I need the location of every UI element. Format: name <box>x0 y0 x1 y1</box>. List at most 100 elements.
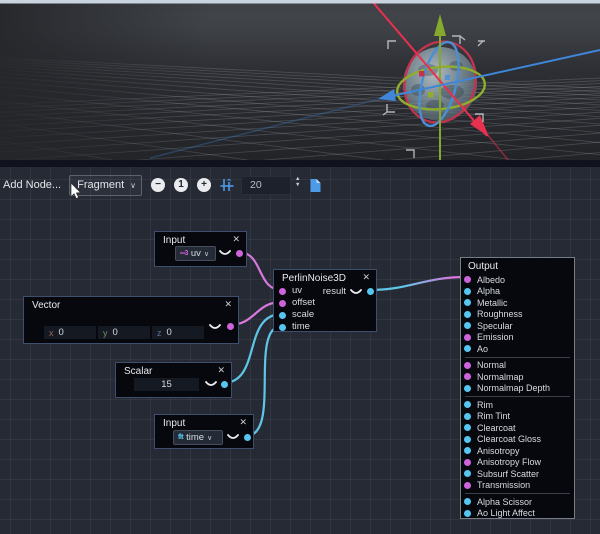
port-anisotropy-flow[interactable] <box>464 459 471 466</box>
output-port-result[interactable] <box>367 288 374 295</box>
port-specular[interactable] <box>464 322 471 329</box>
port-label: Alpha Scissor <box>477 497 532 507</box>
port-label: Ao <box>477 344 488 354</box>
port-ao[interactable] <box>464 345 471 352</box>
output-port-uv[interactable] <box>236 250 243 257</box>
vector-y-input[interactable]: y0 <box>98 326 150 339</box>
scalar-value-input[interactable]: 15 <box>134 378 199 391</box>
preview-chevron-icon[interactable] <box>205 381 217 388</box>
panel-separator <box>0 160 600 167</box>
output-port-vector[interactable] <box>227 323 234 330</box>
port-label: Albedo <box>477 275 505 285</box>
input-port-scale[interactable] <box>279 312 286 319</box>
port-anisotropy[interactable] <box>464 447 471 454</box>
node-output[interactable]: Output AlbedoAlphaMetallicRoughnessSpecu… <box>460 257 575 519</box>
axis-value: 0 <box>113 327 118 338</box>
output-port-row: Rim <box>461 399 574 411</box>
port-rim[interactable] <box>464 401 471 408</box>
port-label: Metallic <box>477 298 508 308</box>
port-label: Subsurf Scatter <box>477 469 539 479</box>
output-port-row: Clearcoat <box>461 422 574 434</box>
close-icon[interactable]: ✕ <box>224 299 232 310</box>
zoom-in-button[interactable]: + <box>197 178 211 192</box>
input-port-offset[interactable] <box>279 300 286 307</box>
preview-chevron-icon[interactable] <box>219 250 231 257</box>
port-rim-tint[interactable] <box>464 413 471 420</box>
port-label: uv <box>292 285 302 296</box>
port-label: Emission <box>477 332 514 342</box>
input-type-dropdown[interactable]: flt time ∨ <box>173 430 223 445</box>
port-clearcoat[interactable] <box>464 424 471 431</box>
vector-z-input[interactable]: z0 <box>152 326 204 339</box>
zoom-out-button[interactable]: − <box>151 178 165 192</box>
port-label: Anisotropy Flow <box>477 457 541 467</box>
input-type-dropdown[interactable]: ∞3 uv ∨ <box>175 246 216 261</box>
axis-label: x <box>49 328 54 338</box>
graph-canvas[interactable]: Add Node... Fragment ∨ − 1 + 20 ▲ ▼ <box>0 167 600 534</box>
port-metallic[interactable] <box>464 299 471 306</box>
shader-editor: Add Node... Fragment ∨ − 1 + 20 ▲ ▼ <box>0 0 600 534</box>
wire-result-albedo <box>369 277 466 290</box>
output-port-row: Emission <box>461 332 574 344</box>
node-perlinnoise3d[interactable]: PerlinNoise3D ✕ uvoffsetscaletime result <box>273 269 377 332</box>
input-port-uv[interactable] <box>279 288 286 295</box>
close-icon[interactable]: ✕ <box>362 272 370 283</box>
vector-x-input[interactable]: x0 <box>44 326 96 339</box>
y-plane-handle[interactable] <box>428 92 434 98</box>
snap-distance-input[interactable]: 20 <box>241 176 291 195</box>
result-port-label: result <box>323 286 346 297</box>
snap-toggle-icon[interactable] <box>220 178 234 192</box>
port-normalmap[interactable] <box>464 373 471 380</box>
port-label: time <box>292 321 310 332</box>
zoom-reset-button[interactable]: 1 <box>174 178 188 192</box>
shader-stage-value: Fragment <box>77 179 124 191</box>
axis-label: y <box>103 328 108 338</box>
node-scalar[interactable]: Scalar ✕ 15 <box>115 362 232 398</box>
port-emission[interactable] <box>464 334 471 341</box>
input-value: uv <box>191 248 201 259</box>
output-port-row: Normalmap <box>461 371 574 383</box>
snap-spinner[interactable]: ▲ ▼ <box>295 179 300 191</box>
port-transmission[interactable] <box>464 482 471 489</box>
input-port-time[interactable] <box>279 324 286 331</box>
output-port-scalar[interactable] <box>221 381 228 388</box>
output-port-row: Subsurf Scatter <box>461 468 574 480</box>
port-label: Transmission <box>477 480 530 490</box>
port-normal[interactable] <box>464 362 471 369</box>
node-input-time[interactable]: Input ✕ flt time ∨ <box>154 414 254 449</box>
output-port-time[interactable] <box>244 434 251 441</box>
port-roughness[interactable] <box>464 311 471 318</box>
port-subsurf-scatter[interactable] <box>464 470 471 477</box>
port-label: Normal <box>477 360 506 370</box>
close-icon[interactable]: ✕ <box>239 417 247 428</box>
3d-viewport[interactable] <box>0 0 600 160</box>
port-ao-light-affect[interactable] <box>464 510 471 517</box>
node-input-uv[interactable]: Input ✕ ∞3 uv ∨ <box>154 231 247 267</box>
add-node-button[interactable]: Add Node... <box>3 179 61 191</box>
output-port-row: Anisotropy Flow <box>461 457 574 469</box>
z-plane-handle[interactable] <box>445 75 450 80</box>
x-plane-handle[interactable] <box>419 71 425 77</box>
output-port-row: Anisotropy <box>461 445 574 457</box>
port-alpha[interactable] <box>464 288 471 295</box>
preview-chevron-icon[interactable] <box>350 289 362 296</box>
graph-toolbar: Add Node... Fragment ∨ − 1 + 20 ▲ ▼ <box>0 173 600 197</box>
preview-chevron-icon[interactable] <box>227 434 239 441</box>
close-icon[interactable]: ✕ <box>217 365 225 376</box>
port-label: Clearcoat Gloss <box>477 434 541 444</box>
port-alpha-scissor[interactable] <box>464 498 471 505</box>
port-albedo[interactable] <box>464 276 471 283</box>
axis-value: 0 <box>59 327 64 338</box>
port-label: Rim Tint <box>477 411 510 421</box>
output-port-row: Normalmap Depth <box>461 383 574 395</box>
port-normalmap-depth[interactable] <box>464 385 471 392</box>
preview-chevron-icon[interactable] <box>209 324 221 331</box>
output-port-row: Roughness <box>461 309 574 321</box>
shader-code-button[interactable] <box>309 178 322 193</box>
port-clearcoat-gloss[interactable] <box>464 436 471 443</box>
output-port-row: Normal <box>461 360 574 372</box>
port-label: Ao Light Affect <box>477 508 535 518</box>
node-title: Output <box>468 261 498 272</box>
node-vector[interactable]: Vector ✕ x0y0z0 <box>23 296 239 344</box>
close-icon[interactable]: ✕ <box>232 234 240 245</box>
